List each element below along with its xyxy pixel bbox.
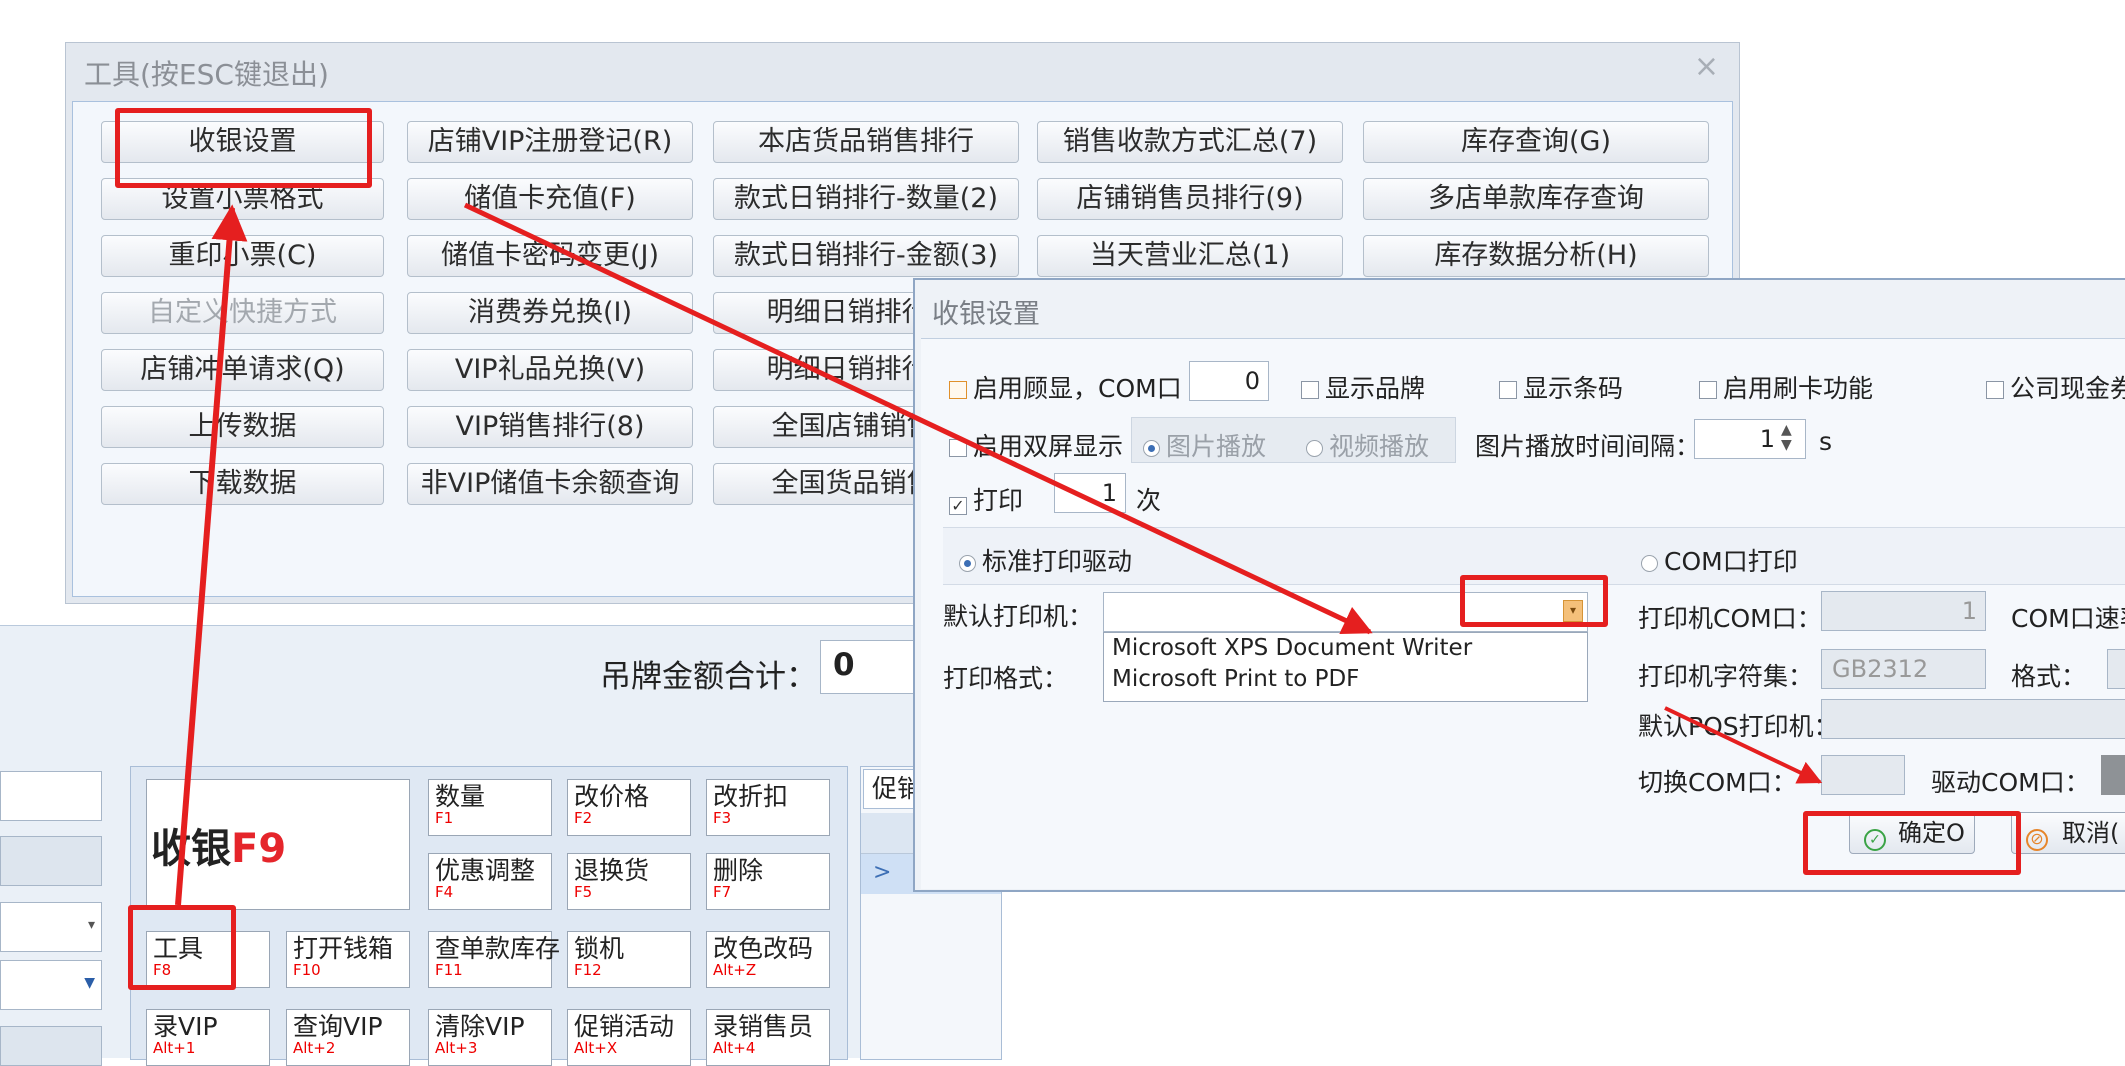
arrow-tools-to-settings [175,204,248,906]
arrow-to-printer-list [463,202,1373,635]
annotation-arrows [175,202,1823,906]
arrow-to-ok [1664,706,1823,784]
